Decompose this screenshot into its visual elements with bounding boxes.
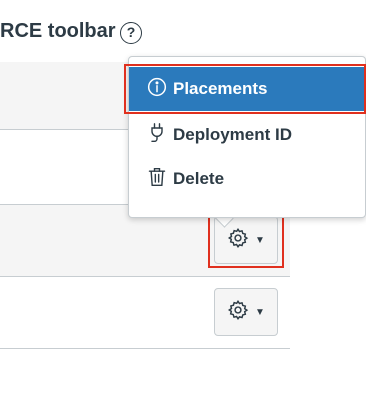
highlight-outline — [124, 64, 366, 114]
menu-item-label: Deployment ID — [173, 125, 293, 144]
trash-icon — [147, 166, 167, 193]
page-title: RCE toolbar — [0, 20, 116, 42]
help-icon[interactable]: ? — [120, 22, 142, 44]
caret-down-icon: ▼ — [255, 306, 265, 318]
highlight-outline — [208, 216, 284, 268]
menu-item-deployment-id[interactable]: Deployment ID — [129, 113, 366, 157]
settings-menu-button[interactable]: ▼ — [214, 288, 278, 336]
page-header: RCE toolbar ? — [0, 0, 366, 63]
menu-item-label: Delete — [173, 169, 225, 188]
menu-item-delete[interactable]: Delete — [129, 157, 366, 201]
gear-icon — [227, 299, 249, 326]
plug-icon — [147, 122, 167, 149]
